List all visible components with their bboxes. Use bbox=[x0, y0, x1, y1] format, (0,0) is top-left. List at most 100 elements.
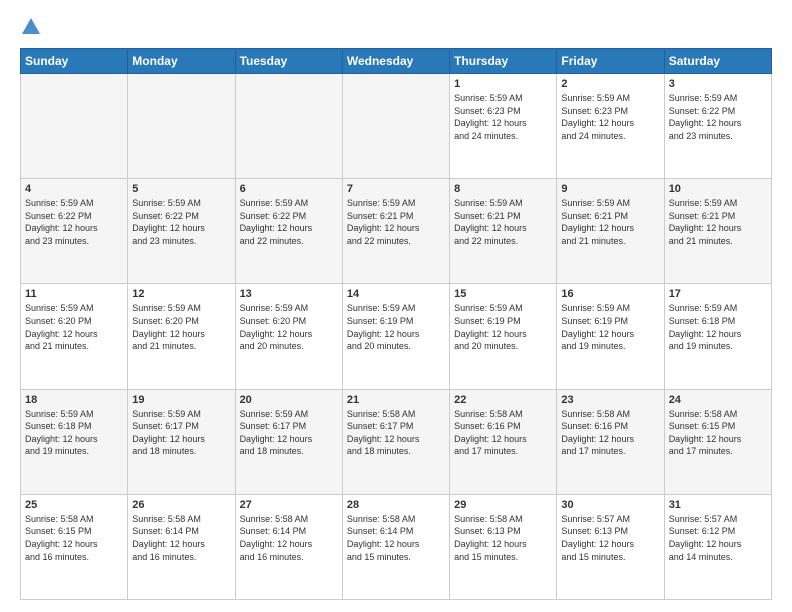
day-number: 28 bbox=[347, 499, 445, 511]
day-info: Sunrise: 5:59 AM Sunset: 6:23 PM Dayligh… bbox=[454, 92, 552, 142]
calendar-cell: 2Sunrise: 5:59 AM Sunset: 6:23 PM Daylig… bbox=[557, 74, 664, 179]
calendar-cell: 13 Sunrise: 5:59 AM Sunset: 6:20 PM Dayli… bbox=[235, 284, 342, 389]
calendar-cell: 16 Sunrise: 5:59 AM Sunset: 6:19 PM Dayli… bbox=[557, 284, 664, 389]
calendar-cell: 19 Sunrise: 5:59 AM Sunset: 6:17 PM Dayli… bbox=[128, 389, 235, 494]
day-info: Sunrise: 5:59 AM Sunset: 6:19 PM Dayligh… bbox=[561, 302, 659, 352]
day-info: Sunrise: 5:58 AM Sunset: 6:16 PM Dayligh… bbox=[561, 408, 659, 458]
header-thursday: Thursday bbox=[450, 49, 557, 74]
calendar-cell: 22Sunrise: 5:58 AM Sunset: 6:16 PM Dayli… bbox=[450, 389, 557, 494]
day-number: 6 bbox=[240, 183, 338, 195]
day-info: Sunrise: 5:58 AM Sunset: 6:16 PM Dayligh… bbox=[454, 408, 552, 458]
calendar-cell bbox=[128, 74, 235, 179]
calendar-cell: 28Sunrise: 5:58 AM Sunset: 6:14 PM Dayli… bbox=[342, 494, 449, 599]
calendar-week-row: 11 Sunrise: 5:59 AM Sunset: 6:20 PM Dayli… bbox=[21, 284, 772, 389]
day-info: Sunrise: 5:57 AM Sunset: 6:12 PM Dayligh… bbox=[669, 513, 767, 563]
day-number: 8 bbox=[454, 183, 552, 195]
calendar-table: Sunday Monday Tuesday Wednesday Thursday… bbox=[20, 48, 772, 600]
day-number: 13 bbox=[240, 288, 338, 300]
day-info: Sunrise: 5:58 AM Sunset: 6:14 PM Dayligh… bbox=[132, 513, 230, 563]
calendar-cell: 6 Sunrise: 5:59 AM Sunset: 6:22 PM Daylig… bbox=[235, 179, 342, 284]
day-info: Sunrise: 5:59 AM Sunset: 6:22 PM Dayligh… bbox=[669, 92, 767, 142]
day-number: 9 bbox=[561, 183, 659, 195]
calendar-cell: 1 Sunrise: 5:59 AM Sunset: 6:23 PM Daylig… bbox=[450, 74, 557, 179]
day-info: Sunrise: 5:59 AM Sunset: 6:21 PM Dayligh… bbox=[669, 197, 767, 247]
day-info: Sunrise: 5:59 AM Sunset: 6:21 PM Dayligh… bbox=[347, 197, 445, 247]
header-monday: Monday bbox=[128, 49, 235, 74]
day-info: Sunrise: 5:59 AM Sunset: 6:21 PM Dayligh… bbox=[454, 197, 552, 247]
day-info: Sunrise: 5:58 AM Sunset: 6:15 PM Dayligh… bbox=[25, 513, 123, 563]
day-info: Sunrise: 5:59 AM Sunset: 6:17 PM Dayligh… bbox=[240, 408, 338, 458]
header-friday: Friday bbox=[557, 49, 664, 74]
header bbox=[20, 16, 772, 38]
calendar-cell: 8 Sunrise: 5:59 AM Sunset: 6:21 PM Daylig… bbox=[450, 179, 557, 284]
calendar-week-row: 25 Sunrise: 5:58 AM Sunset: 6:15 PM Dayli… bbox=[21, 494, 772, 599]
header-wednesday: Wednesday bbox=[342, 49, 449, 74]
day-number: 21 bbox=[347, 394, 445, 406]
calendar-cell: 30 Sunrise: 5:57 AM Sunset: 6:13 PM Dayli… bbox=[557, 494, 664, 599]
day-number: 5 bbox=[132, 183, 230, 195]
day-number: 26 bbox=[132, 499, 230, 511]
day-number: 12 bbox=[132, 288, 230, 300]
calendar-cell: 7 Sunrise: 5:59 AM Sunset: 6:21 PM Daylig… bbox=[342, 179, 449, 284]
calendar-cell: 25 Sunrise: 5:58 AM Sunset: 6:15 PM Dayli… bbox=[21, 494, 128, 599]
day-number: 20 bbox=[240, 394, 338, 406]
day-info: Sunrise: 5:57 AM Sunset: 6:13 PM Dayligh… bbox=[561, 513, 659, 563]
day-info: Sunrise: 5:58 AM Sunset: 6:15 PM Dayligh… bbox=[669, 408, 767, 458]
calendar-header-row: Sunday Monday Tuesday Wednesday Thursday… bbox=[21, 49, 772, 74]
calendar-cell bbox=[342, 74, 449, 179]
day-info: Sunrise: 5:59 AM Sunset: 6:17 PM Dayligh… bbox=[132, 408, 230, 458]
calendar-cell: 26 Sunrise: 5:58 AM Sunset: 6:14 PM Dayli… bbox=[128, 494, 235, 599]
calendar-cell: 14 Sunrise: 5:59 AM Sunset: 6:19 PM Dayli… bbox=[342, 284, 449, 389]
day-number: 7 bbox=[347, 183, 445, 195]
calendar-cell: 29 Sunrise: 5:58 AM Sunset: 6:13 PM Dayli… bbox=[450, 494, 557, 599]
day-number: 11 bbox=[25, 288, 123, 300]
calendar-cell: 12 Sunrise: 5:59 AM Sunset: 6:20 PM Dayli… bbox=[128, 284, 235, 389]
calendar-cell bbox=[235, 74, 342, 179]
day-info: Sunrise: 5:59 AM Sunset: 6:22 PM Dayligh… bbox=[132, 197, 230, 247]
day-number: 1 bbox=[454, 78, 552, 90]
logo-icon bbox=[20, 16, 42, 38]
day-info: Sunrise: 5:59 AM Sunset: 6:18 PM Dayligh… bbox=[669, 302, 767, 352]
calendar-cell: 20 Sunrise: 5:59 AM Sunset: 6:17 PM Dayli… bbox=[235, 389, 342, 494]
calendar-week-row: 18 Sunrise: 5:59 AM Sunset: 6:18 PM Dayli… bbox=[21, 389, 772, 494]
day-info: Sunrise: 5:59 AM Sunset: 6:19 PM Dayligh… bbox=[347, 302, 445, 352]
calendar-cell: 9Sunrise: 5:59 AM Sunset: 6:21 PM Daylig… bbox=[557, 179, 664, 284]
calendar-cell: 18 Sunrise: 5:59 AM Sunset: 6:18 PM Dayli… bbox=[21, 389, 128, 494]
calendar-cell: 31Sunrise: 5:57 AM Sunset: 6:12 PM Dayli… bbox=[664, 494, 771, 599]
calendar-cell: 11Sunrise: 5:59 AM Sunset: 6:20 PM Dayli… bbox=[21, 284, 128, 389]
day-info: Sunrise: 5:59 AM Sunset: 6:20 PM Dayligh… bbox=[132, 302, 230, 352]
header-sunday: Sunday bbox=[21, 49, 128, 74]
calendar-cell: 27Sunrise: 5:58 AM Sunset: 6:14 PM Dayli… bbox=[235, 494, 342, 599]
day-number: 23 bbox=[561, 394, 659, 406]
day-info: Sunrise: 5:59 AM Sunset: 6:22 PM Dayligh… bbox=[240, 197, 338, 247]
day-number: 30 bbox=[561, 499, 659, 511]
day-number: 16 bbox=[561, 288, 659, 300]
calendar-cell: 15 Sunrise: 5:59 AM Sunset: 6:19 PM Dayli… bbox=[450, 284, 557, 389]
day-number: 3 bbox=[669, 78, 767, 90]
day-number: 25 bbox=[25, 499, 123, 511]
calendar-cell: 5 Sunrise: 5:59 AM Sunset: 6:22 PM Daylig… bbox=[128, 179, 235, 284]
calendar-body: 1 Sunrise: 5:59 AM Sunset: 6:23 PM Daylig… bbox=[21, 74, 772, 600]
day-number: 19 bbox=[132, 394, 230, 406]
day-number: 14 bbox=[347, 288, 445, 300]
day-number: 24 bbox=[669, 394, 767, 406]
calendar-cell: 10Sunrise: 5:59 AM Sunset: 6:21 PM Dayli… bbox=[664, 179, 771, 284]
day-number: 18 bbox=[25, 394, 123, 406]
calendar-cell: 24 Sunrise: 5:58 AM Sunset: 6:15 PM Dayli… bbox=[664, 389, 771, 494]
day-info: Sunrise: 5:58 AM Sunset: 6:14 PM Dayligh… bbox=[240, 513, 338, 563]
day-number: 4 bbox=[25, 183, 123, 195]
calendar-week-row: 4 Sunrise: 5:59 AM Sunset: 6:22 PM Daylig… bbox=[21, 179, 772, 284]
day-info: Sunrise: 5:59 AM Sunset: 6:19 PM Dayligh… bbox=[454, 302, 552, 352]
header-tuesday: Tuesday bbox=[235, 49, 342, 74]
calendar-week-row: 1 Sunrise: 5:59 AM Sunset: 6:23 PM Daylig… bbox=[21, 74, 772, 179]
header-saturday: Saturday bbox=[664, 49, 771, 74]
day-number: 17 bbox=[669, 288, 767, 300]
calendar-cell: 17 Sunrise: 5:59 AM Sunset: 6:18 PM Dayli… bbox=[664, 284, 771, 389]
calendar-cell bbox=[21, 74, 128, 179]
day-info: Sunrise: 5:59 AM Sunset: 6:20 PM Dayligh… bbox=[240, 302, 338, 352]
day-number: 15 bbox=[454, 288, 552, 300]
calendar-cell: 4Sunrise: 5:59 AM Sunset: 6:22 PM Daylig… bbox=[21, 179, 128, 284]
day-info: Sunrise: 5:59 AM Sunset: 6:18 PM Dayligh… bbox=[25, 408, 123, 458]
day-number: 29 bbox=[454, 499, 552, 511]
day-info: Sunrise: 5:58 AM Sunset: 6:13 PM Dayligh… bbox=[454, 513, 552, 563]
